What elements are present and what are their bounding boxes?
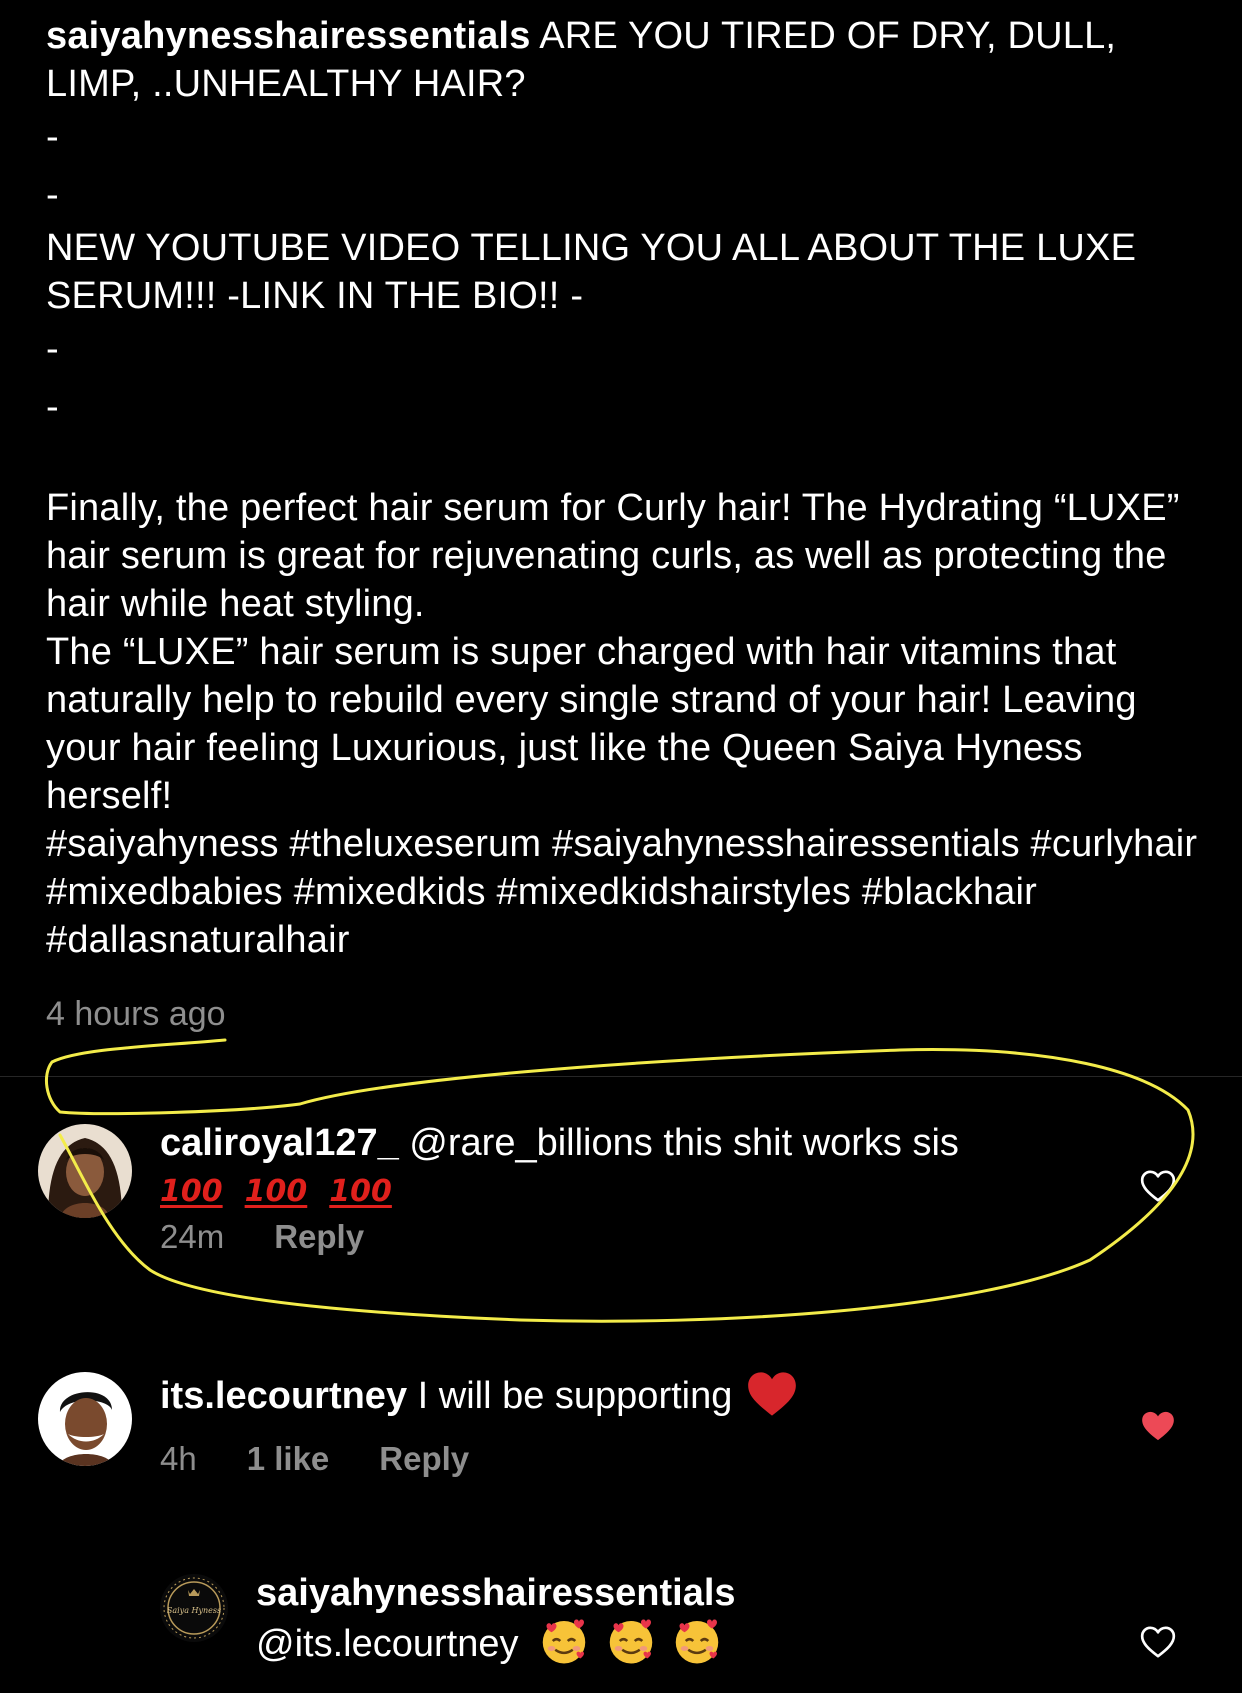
comment-username[interactable]: caliroyal127_	[160, 1122, 399, 1164]
comment-text: its.lecourtney I will be supporting	[160, 1370, 1060, 1419]
comment-meta: 4h 1 like Reply	[160, 1440, 469, 1478]
heart-filled-icon[interactable]	[1138, 1406, 1178, 1446]
hundred-points-emoji: 100	[329, 1174, 392, 1209]
divider	[0, 1076, 1242, 1077]
reply-button[interactable]: Reply	[274, 1218, 364, 1256]
caption-username[interactable]: saiyahynesshairessentials	[46, 15, 531, 57]
comment: its.lecourtney I will be supporting 4h 1…	[0, 1368, 1242, 1498]
hundred-points-emoji: 100	[160, 1174, 223, 1209]
comment-time: 24m	[160, 1218, 225, 1255]
caption-dash: -	[46, 386, 59, 428]
smiling-face-with-hearts-emoji	[542, 1619, 586, 1664]
caption-hashtags[interactable]: #saiyahyness #theluxeserum #saiyahynessh…	[46, 820, 1206, 964]
comment: caliroyal127_ @rare_billions this shit w…	[0, 1120, 1242, 1300]
avatar-image: Saiya Hyness	[160, 1574, 228, 1642]
caption-paragraph-2: The “LUXE” hair serum is super charged w…	[46, 631, 1137, 817]
avatar[interactable]	[38, 1372, 132, 1466]
heart-icon[interactable]	[1138, 1622, 1178, 1662]
avatar-logo-text: Saiya Hyness	[167, 1606, 221, 1615]
avatar[interactable]: Saiya Hyness	[160, 1574, 228, 1642]
reply-button[interactable]: Reply	[379, 1440, 469, 1478]
caption-paragraph-1: Finally, the perfect hair serum for Curl…	[46, 487, 1180, 625]
comment-mention[interactable]: @its.lecourtney	[256, 1623, 518, 1665]
comment-meta: 24m Reply	[160, 1218, 364, 1256]
comment-username[interactable]: its.lecourtney	[160, 1375, 407, 1417]
post-caption: saiyahynesshairessentials ARE YOU TIRED …	[46, 12, 1206, 964]
reply-comment: Saiya Hyness saiyahynesshairessentials @…	[0, 1570, 1242, 1693]
emoji-group	[539, 1619, 728, 1665]
comment-text: saiyahynesshairessentials @its.lecourtne…	[256, 1570, 1076, 1667]
comment-body: I will be supporting	[407, 1375, 733, 1417]
caption-dash: -	[46, 174, 59, 216]
smiling-face-with-hearts-emoji	[675, 1619, 719, 1664]
caption-headline: saiyahynesshairessentials ARE YOU TIRED …	[46, 12, 1206, 108]
caption-dash: -	[46, 116, 59, 158]
caption-dash: -	[46, 328, 59, 370]
comment-username[interactable]: saiyahynesshairessentials	[256, 1572, 736, 1614]
comment-body: @rare_billions this shit works sis	[398, 1122, 959, 1164]
comment-time: 4h	[160, 1440, 197, 1477]
smiling-face-with-hearts-emoji	[609, 1619, 652, 1664]
caption-announcement: NEW YOUTUBE VIDEO TELLING YOU ALL ABOUT …	[46, 227, 1137, 317]
avatar-image	[38, 1124, 132, 1218]
post-timestamp: 4 hours ago	[46, 995, 226, 1033]
hundred-points-emoji: 100	[244, 1174, 308, 1209]
red-heart-emoji	[748, 1372, 797, 1416]
comment-text: caliroyal127_ @rare_billions this shit w…	[160, 1120, 1060, 1215]
likes-count[interactable]: 1 like	[247, 1440, 330, 1478]
avatar[interactable]	[38, 1124, 132, 1218]
avatar-image	[38, 1372, 132, 1466]
heart-icon[interactable]	[1138, 1166, 1178, 1206]
